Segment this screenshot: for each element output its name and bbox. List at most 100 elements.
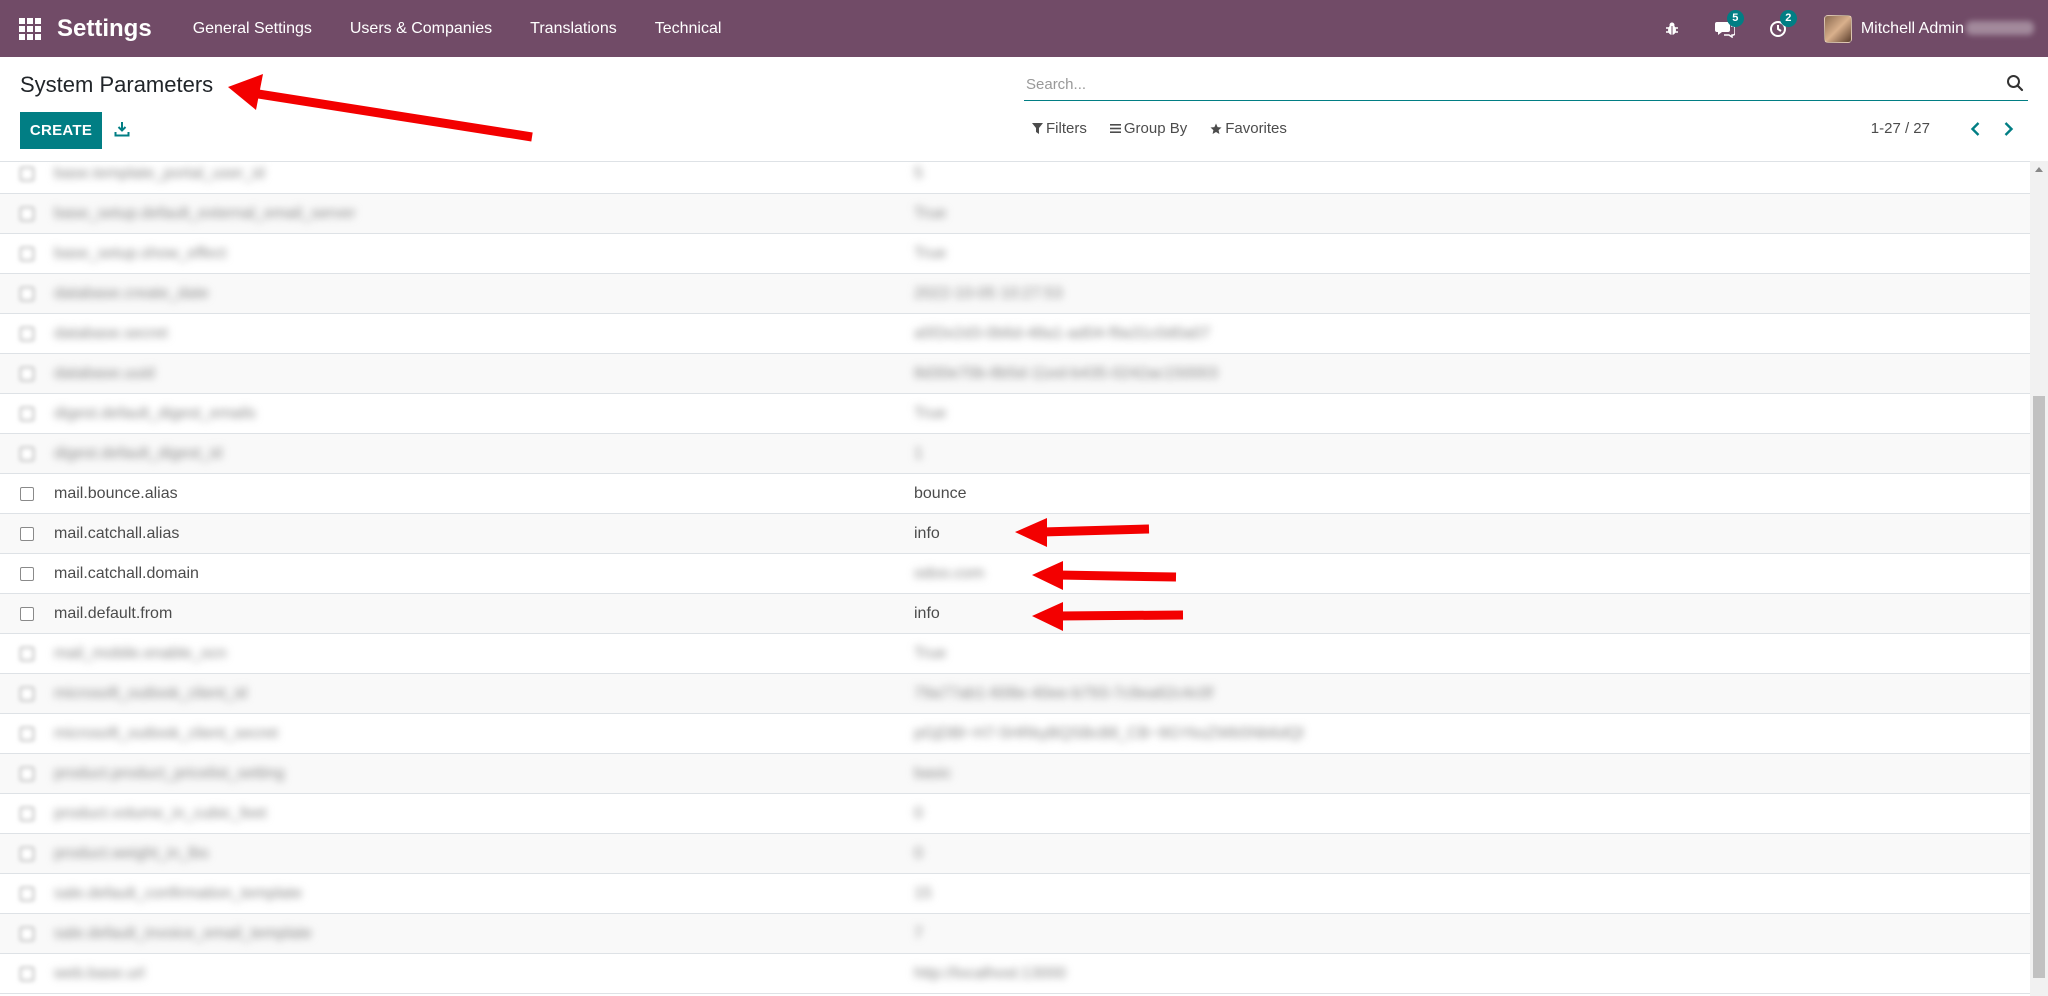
activities-clock-icon[interactable]: 2 (1768, 9, 1797, 39)
table-row[interactable]: base.template_portal_user_id 5 (0, 162, 2030, 194)
row-checkbox[interactable] (20, 487, 34, 501)
parameter-value: 1 (914, 445, 923, 462)
parameter-key: sale.default_invoice_email_template (54, 925, 312, 942)
row-checkbox[interactable] (20, 287, 34, 301)
row-checkbox[interactable] (20, 967, 34, 981)
table-row[interactable]: microsoft_outlook_client_secret pGjDBl~H7… (0, 714, 2030, 754)
table-row[interactable]: digest.default_digest_emails True (0, 394, 2030, 434)
menu-users-companies[interactable]: Users & Companies (331, 0, 511, 57)
row-checkbox[interactable] (20, 927, 34, 941)
favorites-toggle[interactable]: Favorites (1210, 120, 1287, 137)
table-row[interactable]: base_setup.default_external_email_server… (0, 194, 2030, 234)
redacted-text (1966, 21, 2034, 36)
scroll-up-arrow-icon[interactable] (2035, 167, 2043, 172)
filters-label: Filters (1046, 120, 1087, 137)
table-row[interactable]: database.uuid 8d30e70b-8b5d-11ed-b435-024… (0, 354, 2030, 394)
annotation-arrow (228, 74, 533, 142)
user-name-label: Mitchell Admin (1860, 19, 1964, 37)
table-row[interactable]: mail.default.from info (0, 594, 2030, 634)
pager-value[interactable]: 1-27 / 27 (1871, 120, 1930, 137)
parameter-key: base_setup.default_external_email_server (54, 205, 356, 222)
table-row[interactable]: mail.bounce.alias bounce (0, 474, 2030, 514)
debug-bug-icon[interactable] (1662, 19, 1682, 39)
parameter-key: web.base.url (54, 965, 145, 982)
menu-general-settings[interactable]: General Settings (174, 0, 331, 57)
filters-toggle[interactable]: Filters (1032, 120, 1087, 137)
parameter-value: True (914, 245, 947, 262)
parameter-key: product.product_pricelist_setting (54, 765, 285, 782)
bars-icon (1109, 124, 1121, 133)
parameter-value: 8d30e70b-8b5d-11ed-b435-0242ac150003 (914, 365, 1218, 382)
create-button[interactable]: CREATE (20, 112, 102, 149)
table-row[interactable]: sale.default_invoice_email_template 7 (0, 914, 2030, 954)
table-row[interactable]: microsoft_outlook_client_id 79a77ab1-608e… (0, 674, 2030, 714)
app-brand[interactable]: Settings (57, 15, 152, 43)
row-checkbox[interactable] (20, 207, 34, 221)
table-row[interactable]: mail.catchall.domain odoo.com (0, 554, 2030, 594)
parameter-value: True (914, 645, 947, 662)
parameter-value: odoo.com (914, 565, 985, 582)
parameter-value: 0 (914, 805, 923, 822)
row-checkbox[interactable] (20, 367, 34, 381)
pager-next-icon[interactable] (1998, 119, 2018, 139)
row-checkbox[interactable] (20, 807, 34, 821)
row-checkbox[interactable] (20, 647, 34, 661)
search-icon[interactable] (2006, 74, 2026, 94)
parameter-value: True (914, 405, 947, 422)
parameter-value: 79a77ab1-608e-40ee-b793-7c9ea62c4c0f (914, 685, 1213, 702)
row-checkbox[interactable] (20, 887, 34, 901)
search-input[interactable] (1024, 69, 1984, 99)
parameter-value: 15 (914, 885, 932, 902)
parameter-value: 2022-10-05 10:27:53 (914, 285, 1063, 302)
table-row[interactable]: product.weight_in_lbs 0 (0, 834, 2030, 874)
table-row[interactable]: mail_mobile.enable_ocn True (0, 634, 2030, 674)
row-checkbox[interactable] (20, 767, 34, 781)
row-checkbox[interactable] (20, 527, 34, 541)
table-row[interactable]: database.secret a5f2e2d3-0b6d-48a1-ad04-f… (0, 314, 2030, 354)
scroll-thumb[interactable] (2033, 396, 2045, 978)
row-checkbox[interactable] (20, 407, 34, 421)
row-checkbox[interactable] (20, 167, 34, 181)
row-checkbox[interactable] (20, 447, 34, 461)
row-checkbox[interactable] (20, 247, 34, 261)
table-row[interactable]: product.volume_in_cubic_feet 0 (0, 794, 2030, 834)
table-row[interactable]: digest.default_digest_id 1 (0, 434, 2030, 474)
row-checkbox[interactable] (20, 727, 34, 741)
parameter-key: mail_mobile.enable_ocn (54, 645, 227, 662)
row-checkbox[interactable] (20, 607, 34, 621)
parameter-key: microsoft_outlook_client_secret (54, 725, 279, 742)
apps-menu-icon[interactable] (19, 17, 41, 40)
download-icon[interactable] (110, 117, 134, 141)
row-checkbox[interactable] (20, 327, 34, 341)
table-row[interactable]: sale.default_confirmation_template 15 (0, 874, 2030, 914)
table-row[interactable]: database.create_date 2022-10-05 10:27:53 (0, 274, 2030, 314)
row-checkbox[interactable] (20, 567, 34, 581)
parameter-key: digest.default_digest_id (54, 445, 223, 462)
parameter-key: mail.default.from (54, 605, 173, 622)
group-by-toggle[interactable]: Group By (1109, 120, 1188, 137)
parameter-value: http://localhost:13000 (914, 965, 1067, 982)
row-checkbox[interactable] (20, 687, 34, 701)
pager-previous-icon[interactable] (1966, 119, 1986, 139)
parameter-value: 5 (914, 165, 923, 182)
table-row[interactable]: web.base.url http://localhost:13000 (0, 954, 2030, 994)
group-by-label: Group By (1123, 120, 1188, 137)
list-scrollbar[interactable] (2030, 161, 2048, 996)
parameter-key: mail.catchall.alias (54, 525, 180, 542)
messages-count-badge: 5 (1726, 9, 1744, 27)
user-menu[interactable]: Mitchell Admin (1861, 20, 2034, 38)
parameter-key: digest.default_digest_emails (54, 405, 256, 422)
messages-icon[interactable]: 5 (1714, 9, 1744, 39)
parameter-value: bounce (914, 485, 967, 502)
menu-technical[interactable]: Technical (636, 0, 741, 57)
parameter-value: info (914, 605, 940, 622)
parameter-value: 7 (914, 925, 923, 942)
table-row[interactable]: mail.catchall.alias info (0, 514, 2030, 554)
row-checkbox[interactable] (20, 847, 34, 861)
star-icon (1210, 123, 1222, 134)
table-row[interactable]: base_setup.show_effect True (0, 234, 2030, 274)
parameter-key: database.secret (54, 325, 168, 342)
user-avatar[interactable] (1823, 14, 1852, 43)
table-row[interactable]: product.product_pricelist_setting basic (0, 754, 2030, 794)
menu-translations[interactable]: Translations (511, 0, 636, 57)
